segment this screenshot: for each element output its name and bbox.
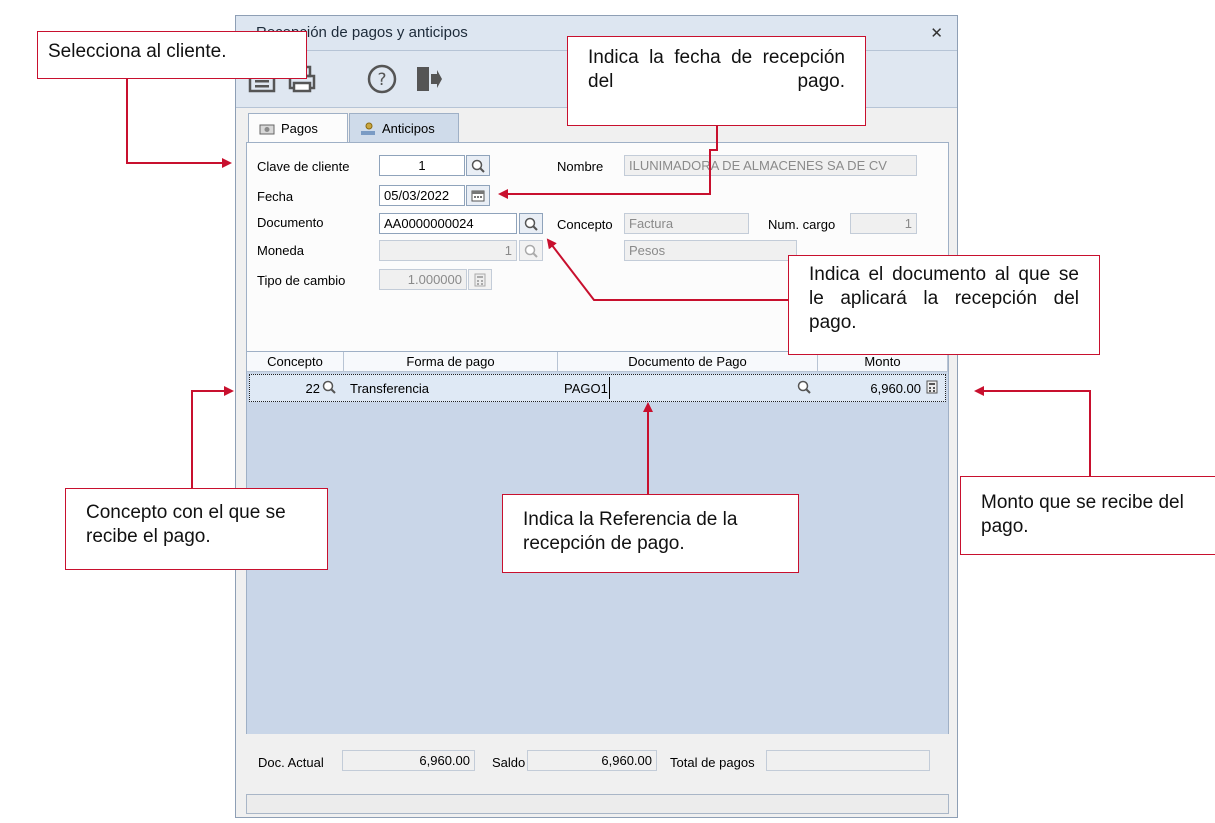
- grid-header-documento-pago[interactable]: Documento de Pago: [558, 352, 818, 372]
- fecha-label-text: Fecha: [257, 189, 294, 204]
- clave-cliente-input[interactable]: 1: [379, 155, 465, 176]
- note-documento: Indica el documento al que se le aplicar…: [788, 255, 1100, 355]
- status-bar: [246, 794, 949, 814]
- concepto-field: Factura: [624, 213, 749, 234]
- doc-actual-field: 6,960.00: [342, 750, 475, 771]
- num-cargo-field: 1: [850, 213, 917, 234]
- svg-text:?: ?: [377, 70, 386, 90]
- totals-bar: Doc. Actual 6,960.00 Saldo 6,960.00 Tota…: [246, 734, 949, 784]
- tab-anticipos[interactable]: Anticipos: [349, 113, 459, 143]
- exit-icon[interactable]: [410, 61, 446, 97]
- calculator-icon: [468, 269, 492, 290]
- clave-cliente-label: Clave de cliente: [257, 159, 350, 174]
- concepto-label: Concepto: [557, 217, 613, 232]
- row-forma-pago[interactable]: Transferencia: [350, 377, 429, 399]
- note-referencia: Indica la Referencia de la recepción de …: [502, 494, 799, 573]
- note-monto-text: Monto que se recibe del pago.: [981, 492, 1184, 537]
- row-monto[interactable]: 6,960.00: [821, 377, 921, 399]
- arrow-cliente: [126, 78, 232, 168]
- note-fecha-text: Indica la fecha de recepción del pago.: [588, 47, 845, 92]
- documento-label: Documento: [257, 215, 324, 230]
- moneda-field: 1: [379, 240, 517, 261]
- note-concepto: Concepto con el que se recibe el pago.: [65, 488, 328, 570]
- saldo-field: 6,960.00: [527, 750, 657, 771]
- grid-header-monto[interactable]: Monto: [818, 352, 948, 372]
- note-cliente-text: Selecciona al cliente.: [48, 41, 227, 62]
- note-cliente: Selecciona al cliente.: [37, 31, 307, 79]
- tab-anticipos-label: Anticipos: [382, 121, 435, 136]
- fecha-input[interactable]: 05/03/2022: [379, 185, 465, 206]
- note-concepto-text: Concepto con el que se recibe el pago.: [86, 502, 286, 547]
- note-referencia-text: Indica la Referencia de la recepción de …: [523, 509, 738, 554]
- row-documento-pago[interactable]: PAGO1: [564, 377, 610, 399]
- moneda-name-field: Pesos: [624, 240, 797, 261]
- arrow-monto: [974, 386, 1091, 476]
- tipo-cambio-label: Tipo de cambio: [257, 273, 346, 288]
- close-button[interactable]: ✕: [930, 24, 943, 42]
- note-monto: Monto que se recibe del pago.: [960, 476, 1215, 555]
- concepto-search-icon[interactable]: [322, 380, 336, 399]
- arrow-concepto: [191, 386, 234, 488]
- row-concepto[interactable]: 22: [250, 377, 320, 399]
- tab-pagos[interactable]: Pagos: [248, 113, 348, 143]
- grid-header-forma-pago[interactable]: Forma de pago: [344, 352, 558, 372]
- note-documento-text: Indica el documento al que se le aplicar…: [809, 264, 1079, 333]
- pagos-icon: [259, 124, 275, 134]
- anticipos-icon: [361, 122, 375, 135]
- doc-actual-label: Doc. Actual: [258, 755, 324, 770]
- help-icon[interactable]: ?: [364, 61, 400, 97]
- calendar-icon[interactable]: [466, 185, 490, 206]
- monto-calculator-icon[interactable]: [926, 380, 938, 399]
- moneda-search-icon: [519, 240, 543, 261]
- num-cargo-label: Num. cargo: [768, 217, 836, 232]
- moneda-label: Moneda: [257, 243, 304, 258]
- total-pagos-field: [766, 750, 930, 771]
- fecha-label: Fecha: [257, 189, 293, 204]
- tab-pagos-label: Pagos: [281, 121, 318, 136]
- client-search-icon[interactable]: [466, 155, 490, 176]
- nombre-field: ILUNIMADORA DE ALMACENES SA DE CV: [624, 155, 917, 176]
- nombre-label: Nombre: [557, 159, 604, 174]
- documento-input[interactable]: AA0000000024: [379, 213, 517, 234]
- saldo-label: Saldo: [492, 755, 526, 770]
- tipo-cambio-field: 1.000000: [379, 269, 467, 290]
- document-search-icon[interactable]: [519, 213, 543, 234]
- note-fecha: Indica la fecha de recepción del pago.: [567, 36, 866, 126]
- total-pagos-label: Total de pagos: [670, 755, 755, 770]
- grid-header-concepto[interactable]: Concepto: [247, 352, 344, 372]
- documento-pago-search-icon[interactable]: [797, 380, 811, 399]
- table-row[interactable]: 22 Transferencia PAGO1 6,960.00: [249, 374, 946, 402]
- payments-window: Recepción de pagos y anticipos ✕ ? Pagos…: [235, 15, 958, 818]
